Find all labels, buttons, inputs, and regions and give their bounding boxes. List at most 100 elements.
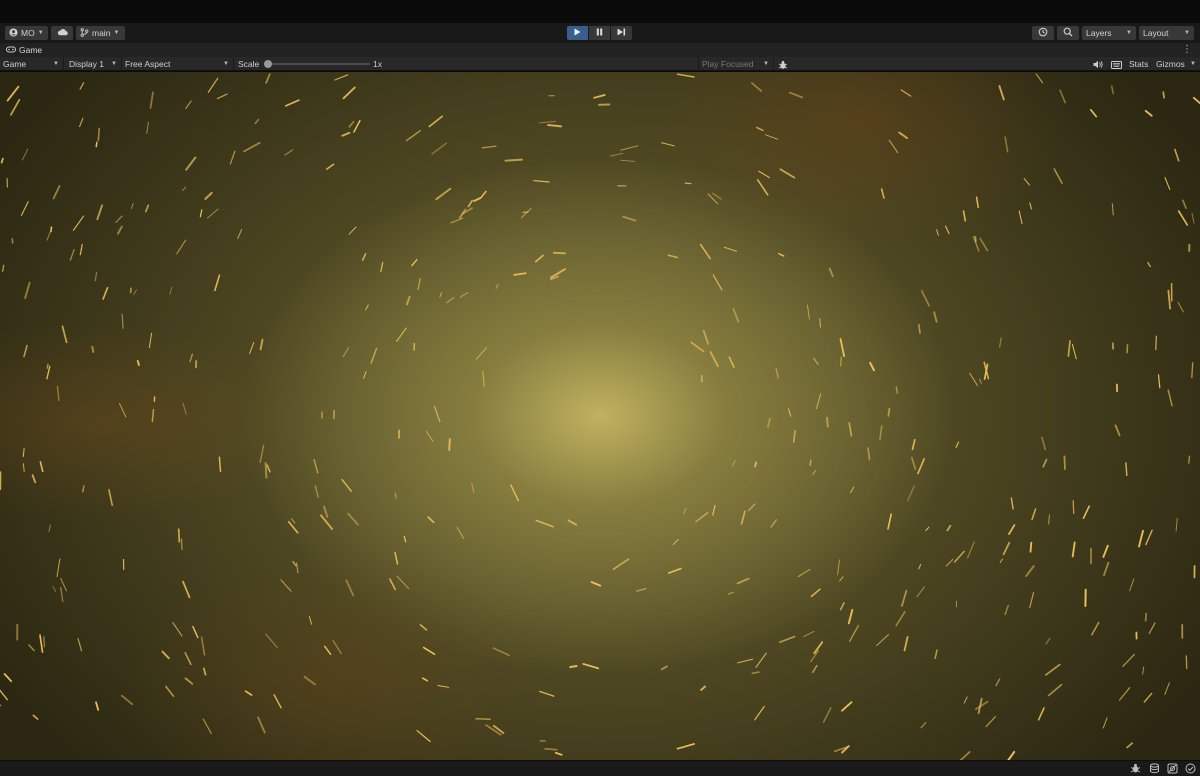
spark-particle (779, 168, 796, 179)
stats-button[interactable]: Stats (1129, 57, 1148, 71)
scale-slider-handle[interactable] (264, 60, 272, 68)
spark-particle (182, 186, 187, 191)
spark-particle (533, 179, 550, 183)
spark-particle (1037, 707, 1045, 721)
spark-particle (1144, 109, 1153, 117)
check-icon[interactable] (1184, 763, 1196, 775)
spark-particle (345, 579, 355, 597)
spark-particle (1175, 517, 1178, 532)
spark-particle (1143, 692, 1153, 703)
tab-game[interactable]: Game (0, 43, 48, 57)
spark-particle (467, 199, 473, 208)
spark-particle (699, 243, 711, 260)
spark-particle (417, 278, 421, 291)
step-button[interactable] (611, 26, 632, 40)
spark-particle (10, 98, 21, 116)
spark-particle (475, 347, 488, 360)
spark-particle (254, 118, 260, 125)
spark-particle (975, 700, 989, 711)
layers-dropdown[interactable]: Layers ▼ (1082, 26, 1136, 40)
spark-particle (810, 588, 821, 598)
spark-particle (969, 372, 979, 387)
spark-particle (955, 441, 960, 448)
spark-particle (850, 486, 855, 494)
branch-dropdown[interactable]: main ▼ (76, 26, 125, 40)
spark-particle (243, 142, 261, 153)
spark-particle (953, 550, 965, 563)
pause-button[interactable] (589, 26, 610, 40)
play-mode-dropdown[interactable]: Play Focused ▼ (698, 57, 774, 71)
spark-particle (192, 625, 199, 639)
spark-particle (539, 690, 555, 697)
spark-particle (471, 483, 475, 494)
spark-particle (52, 585, 57, 592)
spark-particle (754, 705, 765, 721)
account-dropdown[interactable]: MO ▼ (5, 26, 48, 40)
spark-particle (737, 658, 754, 664)
spark-particle (1191, 212, 1195, 224)
spark-particle (504, 158, 523, 162)
spark-particle (1091, 621, 1100, 636)
spark-particle (419, 624, 428, 631)
view-mode-dropdown[interactable]: Game ▼ (0, 57, 64, 71)
layout-dropdown[interactable]: Layout ▼ (1139, 26, 1194, 40)
game-viewport[interactable] (0, 72, 1200, 760)
spark-particle (593, 94, 606, 99)
spark-particle (361, 253, 367, 261)
spark-particle (751, 82, 763, 92)
spark-particle (313, 458, 319, 474)
spark-particle (702, 329, 709, 345)
debug-icon[interactable] (1129, 763, 1141, 775)
display-dropdown[interactable]: Display 1 ▼ (66, 57, 122, 71)
pause-icon (596, 28, 603, 38)
spark-particle (839, 338, 845, 357)
spark-particle (94, 271, 98, 282)
spark-particle (480, 190, 487, 198)
speaker-icon[interactable] (1093, 57, 1104, 71)
spark-particle (323, 505, 329, 518)
spark-particle (363, 371, 367, 379)
spark-particle (513, 272, 527, 276)
gamepad-icon (6, 45, 16, 55)
spark-particle (348, 120, 355, 128)
more-options-icon[interactable]: ⋮ (1182, 43, 1192, 57)
cache-icon[interactable] (1166, 763, 1178, 775)
spark-particle (879, 425, 883, 441)
spark-particle (165, 685, 175, 697)
tab-header: Game ⋮ (0, 43, 1200, 57)
spark-particle (1029, 592, 1035, 609)
spark-particle (56, 385, 60, 402)
spark-particle (999, 558, 1004, 563)
spark-particle (887, 513, 892, 530)
history-button[interactable] (1032, 26, 1054, 40)
spark-particle (770, 518, 778, 528)
bug-icon[interactable] (778, 57, 788, 71)
status-bar (0, 760, 1200, 776)
particle-field (0, 73, 1200, 760)
layers-db-icon[interactable] (1148, 763, 1160, 775)
spark-particle (207, 77, 219, 93)
aspect-dropdown[interactable]: Free Aspect ▼ (122, 57, 234, 71)
spark-particle (1157, 374, 1161, 389)
spark-particle (1067, 340, 1071, 357)
cloud-button[interactable] (51, 26, 73, 40)
main-toolbar: MO ▼ main ▼ Layers ▼ Layout ▼ (0, 23, 1200, 43)
spark-particle (22, 463, 25, 472)
spark-particle (1044, 663, 1061, 676)
spark-particle (182, 580, 191, 599)
spark-particle (130, 203, 134, 209)
spark-particle (446, 297, 455, 304)
search-button[interactable] (1057, 26, 1079, 40)
spark-particle (676, 73, 695, 78)
spark-particle (79, 117, 84, 128)
play-button[interactable] (567, 26, 588, 40)
spark-particle (841, 701, 853, 712)
spark-particle (121, 313, 124, 329)
spark-particle (1102, 544, 1109, 558)
spark-particle (895, 611, 906, 627)
gizmos-dropdown[interactable]: Gizmos ▼ (1153, 57, 1200, 71)
spark-particle (1042, 458, 1048, 468)
scale-slider[interactable] (264, 60, 370, 68)
scale-value: 1x (373, 59, 382, 69)
keyboard-icon[interactable] (1111, 57, 1122, 71)
